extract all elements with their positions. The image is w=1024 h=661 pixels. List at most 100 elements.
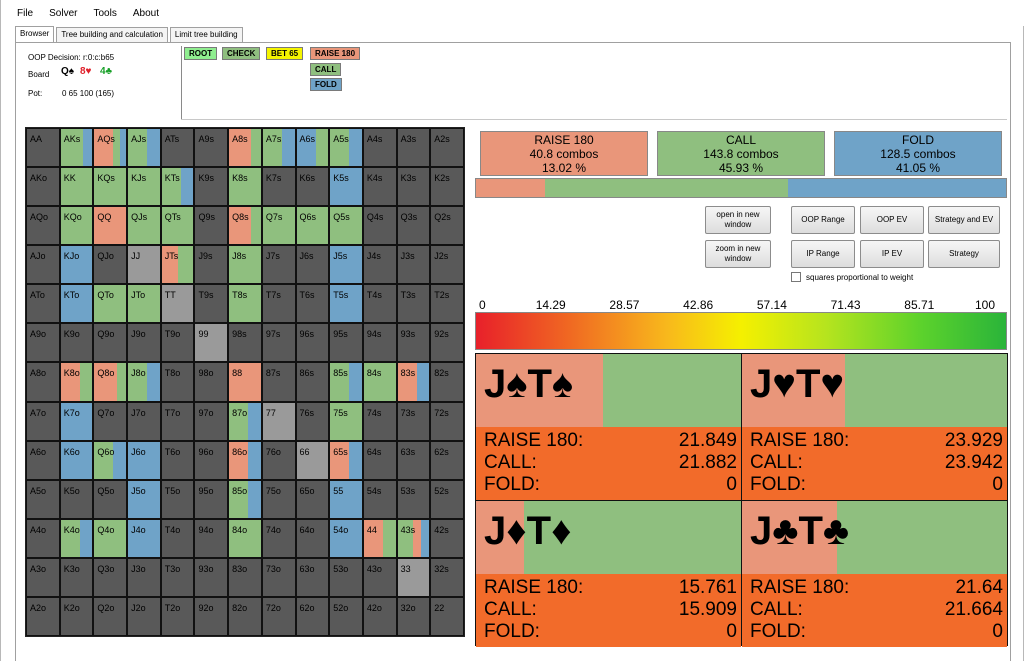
hand-cell[interactable]: 63s [396,440,431,480]
hand-cell[interactable]: J2o [127,596,161,636]
hand-cell[interactable]: 87s [261,362,296,402]
hand-cell[interactable]: JJ [127,245,161,285]
hand-cell[interactable]: T7o [160,401,195,441]
hand-cell[interactable]: T8s [228,284,262,324]
zoom-new-window-button[interactable]: zoom in new window [705,240,771,268]
hand-cell[interactable]: 83o [228,557,262,597]
hand-cell[interactable]: QQ [93,206,128,246]
hand-cell[interactable]: 85s [329,362,363,402]
hand-cell[interactable]: 64o [295,518,330,558]
hand-cell[interactable]: 43o [362,557,397,597]
hand-cell[interactable]: 52s [430,479,464,519]
hand-cell[interactable]: AKs [59,128,94,168]
tree-node-fold[interactable]: FOLD [310,78,342,91]
hand-cell[interactable]: J5s [329,245,363,285]
hand-cell[interactable]: J3o [127,557,161,597]
oop-range-button[interactable]: OOP Range [791,206,855,234]
hand-cell[interactable]: A6s [295,128,330,168]
hand-cell[interactable]: 95s [329,323,363,363]
hand-cell[interactable]: A2s [430,128,464,168]
hand-cell[interactable]: T6o [160,440,195,480]
hand-cell[interactable]: Q6o [93,440,128,480]
tree-node-call[interactable]: CALL [310,63,342,76]
hand-cell[interactable]: A5o [26,479,60,519]
hand-cell[interactable]: 97o [194,401,229,441]
hand-cell[interactable]: 54o [329,518,363,558]
hand-cell[interactable]: A7o [26,401,60,441]
hand-cell[interactable]: 84o [228,518,262,558]
hand-cell[interactable]: 95o [194,479,229,519]
hand-cell[interactable]: AKo [26,167,60,207]
hand-cell[interactable]: 96s [295,323,330,363]
hand-cell[interactable]: T4o [160,518,195,558]
hand-cell[interactable]: QTs [160,206,195,246]
hand-cell[interactable]: K9s [194,167,229,207]
hand-cell[interactable]: Q5s [329,206,363,246]
hand-cell[interactable]: 53s [396,479,431,519]
hand-cell[interactable]: 65s [329,440,363,480]
hand-cell[interactable]: 82s [430,362,464,402]
hand-cell[interactable]: Q9s [194,206,229,246]
hand-cell[interactable]: Q3s [396,206,431,246]
hand-cell[interactable]: T4s [362,284,397,324]
hand-cell[interactable]: 92o [194,596,229,636]
hand-cell[interactable]: 44 [362,518,397,558]
hand-cell[interactable]: JTo [127,284,161,324]
hand-cell[interactable]: 84s [362,362,397,402]
hand-cell[interactable]: K9o [59,323,94,363]
combo-box[interactable]: J♣T♣ RAISE 180: 21.64 CALL: 21.664 FOLD: 0 [742,501,1007,647]
hand-cell[interactable]: 93o [194,557,229,597]
tree-node-check[interactable]: CHECK [222,47,261,60]
hand-cell[interactable]: 98s [228,323,262,363]
combo-box[interactable]: J♦T♦ RAISE 180: 15.761 CALL: 15.909 FOLD: 0 [476,501,741,647]
hand-cell[interactable]: J3s [396,245,431,285]
hand-cell[interactable]: 75s [329,401,363,441]
hand-cell[interactable]: T5o [160,479,195,519]
strategy-button[interactable]: Strategy [928,240,1000,268]
hand-cell[interactable]: 97s [261,323,296,363]
oop-ev-button[interactable]: OOP EV [860,206,924,234]
hand-cell[interactable]: 93s [396,323,431,363]
ip-ev-button[interactable]: IP EV [860,240,924,268]
hand-cell[interactable]: 72s [430,401,464,441]
hand-cell[interactable]: 75o [261,479,296,519]
hand-cell[interactable]: 65o [295,479,330,519]
hand-cell[interactable]: 63o [295,557,330,597]
tab-browser[interactable]: Browser [15,26,55,42]
hand-cell[interactable]: J6s [295,245,330,285]
hand-cell[interactable]: K3s [396,167,431,207]
hand-cell[interactable]: KTs [160,167,195,207]
hand-cell[interactable]: K3o [59,557,94,597]
hand-cell[interactable]: Q4o [93,518,128,558]
hand-cell[interactable]: 86s [295,362,330,402]
hand-cell[interactable]: 54s [362,479,397,519]
strategy-ev-button[interactable]: Strategy and EV [928,206,1000,234]
hand-cell[interactable]: Q2s [430,206,464,246]
hand-cell[interactable]: AQs [93,128,128,168]
hand-cell[interactable]: JTs [160,245,195,285]
hand-cell[interactable]: J4o [127,518,161,558]
hand-cell[interactable]: KQo [59,206,94,246]
hand-cell[interactable]: Q7s [261,206,296,246]
hand-cell[interactable]: 85o [228,479,262,519]
hand-cell[interactable]: J7o [127,401,161,441]
hand-cell[interactable]: 64s [362,440,397,480]
hand-cell[interactable]: A3o [26,557,60,597]
hand-cell[interactable]: T7s [261,284,296,324]
hand-cell[interactable]: A6o [26,440,60,480]
hand-cell[interactable]: A9s [194,128,229,168]
hand-cell[interactable]: K5o [59,479,94,519]
hand-cell[interactable]: 73o [261,557,296,597]
hand-cell[interactable]: AQo [26,206,60,246]
hand-cell[interactable]: K4o [59,518,94,558]
hand-cell[interactable]: KJs [127,167,161,207]
hand-cell[interactable]: 42s [430,518,464,558]
hand-cell[interactable]: J8s [228,245,262,285]
hand-cell[interactable]: T3s [396,284,431,324]
hand-cell[interactable]: 83s [396,362,431,402]
hand-cell[interactable]: T8o [160,362,195,402]
hand-cell[interactable]: 74o [261,518,296,558]
hand-cell[interactable]: Q9o [93,323,128,363]
hand-cell[interactable]: A5s [329,128,363,168]
hand-cell[interactable]: KJo [59,245,94,285]
